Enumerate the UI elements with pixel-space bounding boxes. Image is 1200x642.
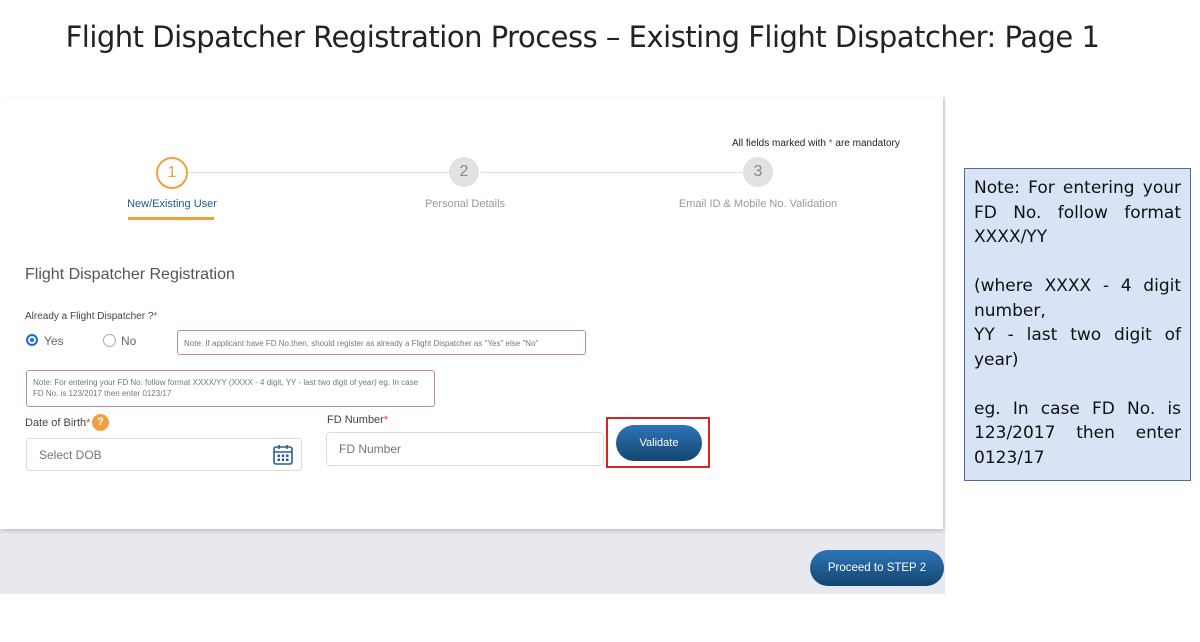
mandatory-note: All fields marked with * are mandatory — [732, 138, 900, 149]
calendar-icon[interactable] — [273, 444, 293, 466]
mandatory-note-text: All fields marked with — [732, 138, 826, 149]
help-icon[interactable]: ? — [92, 414, 109, 431]
proceed-step2-button[interactable]: Proceed to STEP 2 — [810, 550, 944, 586]
fd-number-input[interactable] — [326, 432, 604, 466]
required-star: * — [153, 311, 158, 322]
validate-button[interactable]: Validate — [616, 425, 702, 461]
side-note-line-4: eg. In case FD No. is 123/2017 then ente… — [974, 398, 1181, 468]
slide-title: Flight Dispatcher Registration Process –… — [65, 20, 1100, 54]
fd-number-label-text: FD Number — [327, 414, 384, 426]
radio-no[interactable] — [103, 334, 116, 347]
radio-no-label[interactable]: No — [121, 334, 136, 348]
step-3-circle[interactable]: 3 — [743, 157, 773, 187]
step-connector-2-3 — [481, 172, 742, 173]
section-heading: Flight Dispatcher Registration — [25, 266, 235, 283]
required-star: * — [86, 417, 91, 429]
side-note-line-3: YY - last two digit of year) — [974, 325, 1181, 370]
step-connector-1-2 — [187, 172, 449, 173]
side-note-line-2: (where XXXX - 4 digit number, — [974, 276, 1181, 321]
active-step-indicator — [128, 217, 214, 220]
side-note-callout: Note: For entering your FD No. follow fo… — [964, 168, 1191, 481]
side-note-spacer — [974, 250, 1181, 275]
fd-number-label: FD Number* — [327, 414, 388, 426]
mandatory-note-suffix: are mandatory — [835, 138, 900, 149]
dob-label: Date of Birth* — [25, 417, 90, 429]
dispatcher-info-note: Note: If applicant have FD No.then, shou… — [177, 330, 586, 355]
step-1-label[interactable]: New/Existing User — [120, 198, 224, 210]
already-dispatcher-label-text: Already a Flight Dispatcher ? — [25, 311, 154, 322]
step-1-circle[interactable]: 1 — [156, 157, 188, 189]
side-note-line-1: Note: For entering your FD No. follow fo… — [974, 178, 1181, 247]
dob-input[interactable] — [26, 438, 302, 471]
step-3-label[interactable]: Email ID & Mobile No. Validation — [668, 198, 848, 210]
step-2-label[interactable]: Personal Details — [405, 198, 525, 210]
already-dispatcher-label: Already a Flight Dispatcher ?* — [25, 311, 157, 322]
required-star: * — [383, 414, 389, 426]
dob-label-text: Date of Birth — [25, 417, 87, 429]
fd-format-note: Note: For entering your FD No. follow fo… — [26, 370, 435, 407]
radio-yes-label[interactable]: Yes — [44, 334, 64, 348]
side-note-spacer — [974, 372, 1181, 397]
step-2-circle[interactable]: 2 — [449, 157, 479, 187]
mandatory-star: * — [828, 138, 833, 149]
radio-yes[interactable] — [26, 334, 38, 346]
